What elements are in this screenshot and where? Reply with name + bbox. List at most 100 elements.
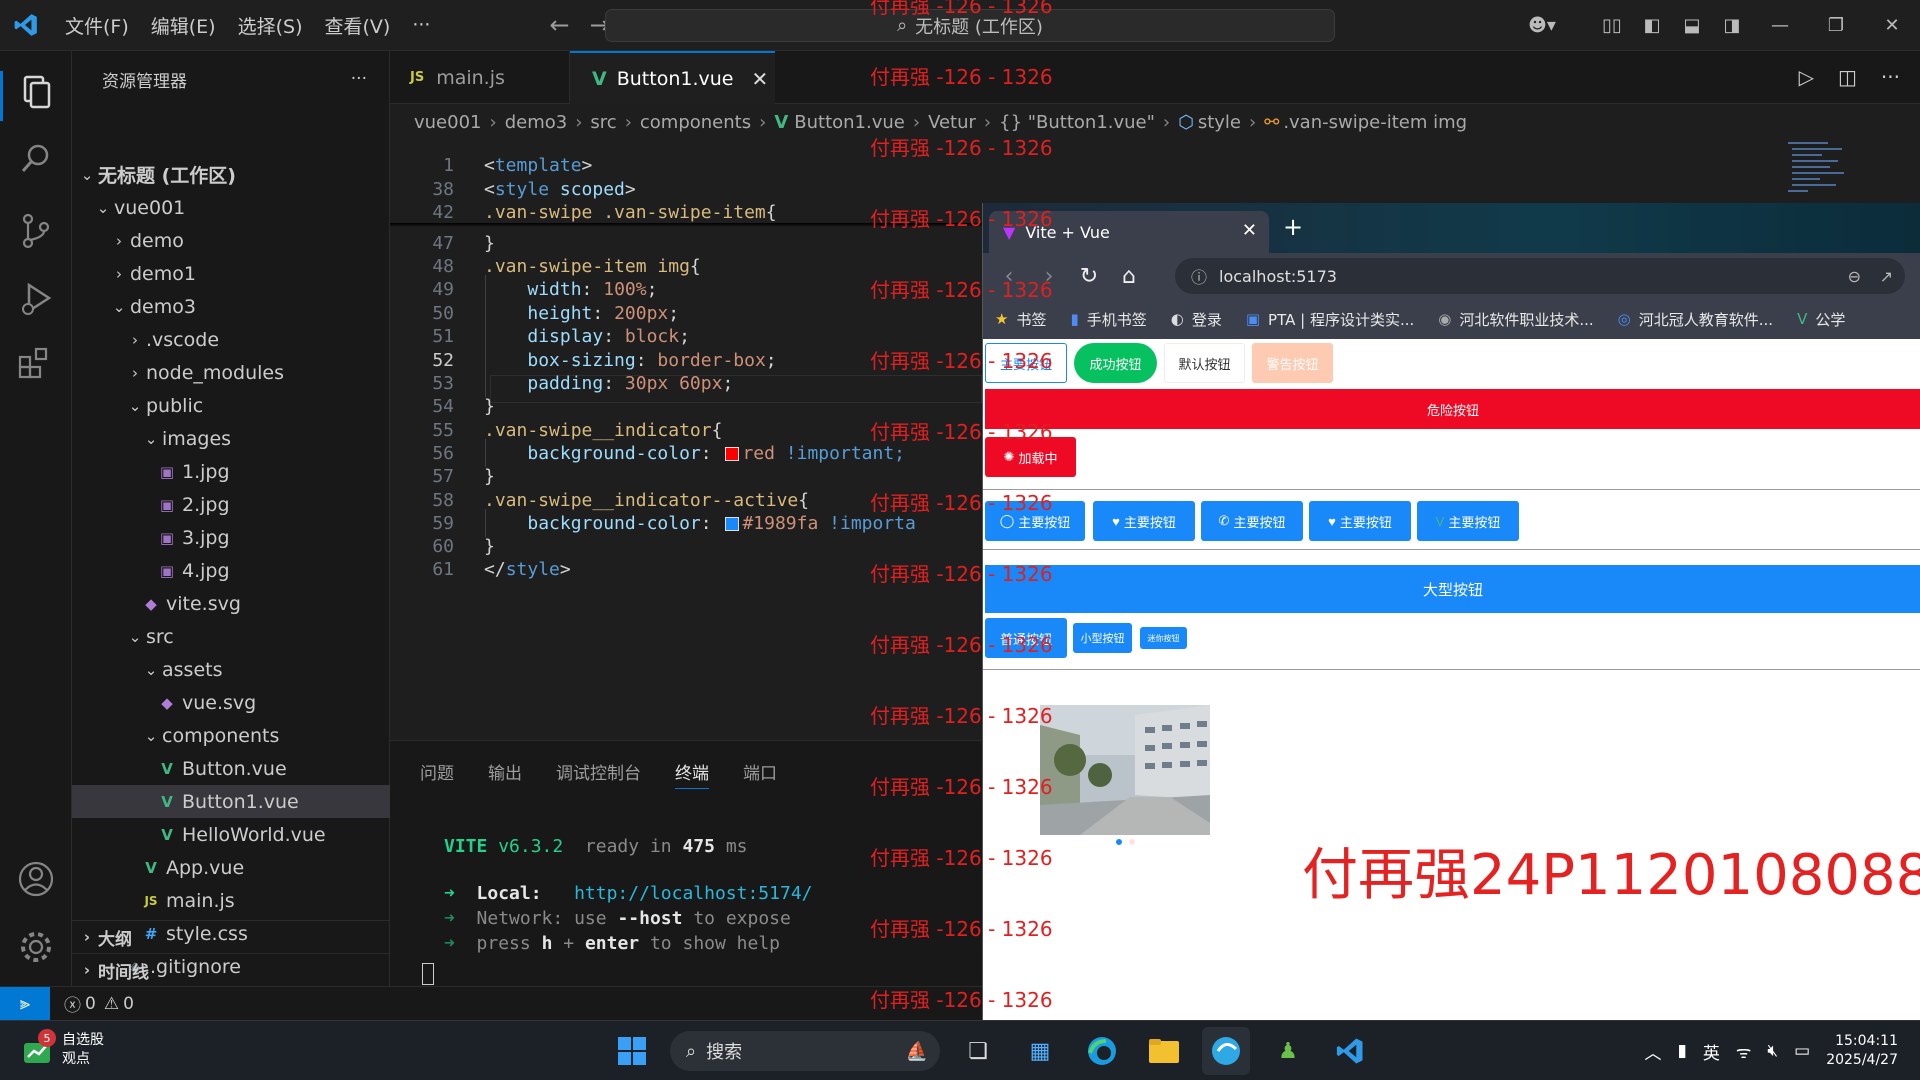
- panel-tab[interactable]: 问题: [420, 759, 454, 789]
- icon-primary-button[interactable]: V 主要按钮: [1417, 501, 1519, 541]
- tree-folder[interactable]: ⌄ vue001: [72, 191, 390, 224]
- tab-button1-vue[interactable]: V Button1.vue ✕: [570, 51, 775, 104]
- widgets-icon[interactable]: ▦: [1016, 1027, 1064, 1075]
- speaker-muted-icon[interactable]: 🔇︎: [1767, 1041, 1778, 1061]
- breadcrumb-item[interactable]: {} "Button1.vue": [999, 112, 1155, 133]
- run-debug-icon[interactable]: [16, 279, 56, 319]
- chevron-up-icon[interactable]: ︿: [1645, 1039, 1662, 1064]
- menu-edit[interactable]: 编辑(E): [142, 6, 225, 45]
- minimize-icon[interactable]: —: [1752, 15, 1808, 36]
- restore-icon[interactable]: ❐: [1808, 15, 1864, 36]
- mini-size-button[interactable]: 迷你按钮: [1140, 627, 1187, 649]
- tree-folder[interactable]: › .vscode: [72, 323, 390, 356]
- toggle-panel-icon[interactable]: ⬓: [1672, 15, 1712, 36]
- error-count[interactable]: 0: [85, 994, 96, 1014]
- tree-file[interactable]: V Button1.vue: [72, 785, 390, 818]
- tree-folder[interactable]: ⌄ assets: [72, 653, 390, 686]
- back-arrow-icon[interactable]: ←: [549, 11, 569, 39]
- edge-browser-icon[interactable]: [1078, 1027, 1126, 1075]
- tree-file[interactable]: ▣ 2.jpg: [72, 488, 390, 521]
- new-tab-icon[interactable]: +: [1283, 213, 1303, 241]
- icon-primary-button[interactable]: ✆ 主要按钮: [1201, 501, 1303, 541]
- extensions-icon[interactable]: [16, 343, 56, 383]
- local-url-link[interactable]: http://localhost:5174/: [574, 883, 812, 904]
- timeline-section[interactable]: › 时间线: [72, 953, 390, 986]
- tree-folder[interactable]: ⌄ 无标题 (工作区): [72, 158, 390, 191]
- source-control-icon[interactable]: [16, 211, 56, 251]
- account-icon[interactable]: [16, 859, 56, 899]
- bookmark-item[interactable]: ◐ 登录: [1159, 309, 1234, 330]
- tree-file[interactable]: ▣ 4.jpg: [72, 554, 390, 587]
- color-swatch[interactable]: [725, 516, 740, 531]
- icon-primary-button[interactable]: ♥ 主要按钮: [1093, 501, 1195, 541]
- toggle-secondary-sidebar-icon[interactable]: ◨: [1712, 15, 1752, 36]
- danger-button[interactable]: 危险按钮: [985, 389, 1920, 429]
- customize-layout-icon[interactable]: ▯▯: [1592, 15, 1632, 36]
- search-icon[interactable]: [16, 139, 56, 179]
- copilot-icon[interactable]: ☻▾: [1522, 15, 1562, 36]
- error-icon[interactable]: ⓧ: [64, 991, 81, 1016]
- menu-more[interactable]: ···: [403, 8, 439, 42]
- swipe-image[interactable]: [1040, 705, 1210, 835]
- panel-tab[interactable]: 终端: [675, 759, 709, 789]
- breadcrumb-item[interactable]: style: [1198, 112, 1241, 133]
- close-icon[interactable]: ✕: [1242, 220, 1257, 241]
- wifi-icon[interactable]: ᯤ: [1736, 1040, 1752, 1063]
- battery-icon[interactable]: ▭: [1794, 1041, 1810, 1061]
- breadcrumb-item[interactable]: src: [590, 112, 616, 133]
- default-button[interactable]: 默认按钮: [1164, 343, 1245, 383]
- tree-file[interactable]: ▣ 1.jpg: [72, 455, 390, 488]
- panel-tab[interactable]: 输出: [488, 759, 522, 789]
- bookmark-item[interactable]: ★ 书签: [983, 309, 1058, 330]
- menu-selection[interactable]: 选择(S): [229, 6, 312, 45]
- tree-folder[interactable]: › demo: [72, 224, 390, 257]
- more-actions-icon[interactable]: ···: [1881, 65, 1900, 89]
- explorer-icon[interactable]: [16, 71, 56, 111]
- tree-file[interactable]: V Button.vue: [72, 752, 390, 785]
- bookmark-item[interactable]: ◎ 河北冠人教育软件...: [1606, 309, 1785, 330]
- color-swatch[interactable]: [725, 446, 740, 461]
- run-icon[interactable]: ▷: [1799, 65, 1814, 89]
- menu-view[interactable]: 查看(V): [316, 6, 400, 45]
- vscode-taskbar-icon[interactable]: [1326, 1027, 1374, 1075]
- swipe-indicator[interactable]: [1129, 839, 1135, 845]
- large-button[interactable]: 大型按钮: [985, 565, 1920, 613]
- close-window-icon[interactable]: ✕: [1864, 15, 1920, 36]
- edge-ai-browser-icon[interactable]: [1202, 1027, 1250, 1075]
- tree-folder[interactable]: ⌄ public: [72, 389, 390, 422]
- tree-folder[interactable]: ⌄ images: [72, 422, 390, 455]
- close-icon[interactable]: ✕: [751, 67, 768, 91]
- clock[interactable]: 15:04:11 2025/4/27: [1826, 1032, 1898, 1070]
- windows-start-icon[interactable]: [608, 1027, 656, 1075]
- file-explorer-icon[interactable]: [1140, 1027, 1188, 1075]
- breadcrumb-item[interactable]: Vetur: [928, 112, 976, 133]
- explorer-more-icon[interactable]: ···: [351, 69, 367, 89]
- breadcrumb-item[interactable]: vue001: [414, 112, 482, 133]
- breadcrumb-item[interactable]: demo3: [505, 112, 568, 133]
- panel-tab[interactable]: 调试控制台: [556, 759, 641, 789]
- tree-folder[interactable]: ⌄ demo3: [72, 290, 390, 323]
- bookmark-item[interactable]: ▮ 手机书签: [1058, 309, 1158, 330]
- bookmark-item[interactable]: ◉ 河北软件职业技术...: [1426, 309, 1605, 330]
- task-view-icon[interactable]: ❏: [954, 1027, 1002, 1075]
- breadcrumb-item[interactable]: .van-swipe-item img: [1283, 112, 1467, 133]
- tree-file[interactable]: V HelloWorld.vue: [72, 818, 390, 851]
- home-icon[interactable]: ⌂: [1109, 264, 1149, 289]
- share-icon[interactable]: ↗: [1880, 267, 1893, 286]
- joystick-app-icon[interactable]: ♟: [1264, 1027, 1312, 1075]
- panel-tab[interactable]: 端口: [743, 759, 777, 789]
- terminal-cursor[interactable]: [422, 963, 434, 985]
- zoom-icon[interactable]: ⊖: [1848, 267, 1861, 286]
- bookmark-tray-icon[interactable]: ▮: [1678, 1041, 1687, 1061]
- success-button[interactable]: 成功按钮: [1074, 343, 1157, 383]
- tree-file[interactable]: JS main.js: [72, 884, 390, 917]
- tree-folder[interactable]: › node_modules: [72, 356, 390, 389]
- split-editor-icon[interactable]: ◫: [1838, 65, 1857, 89]
- outline-section[interactable]: › 大纲: [72, 920, 390, 953]
- tree-file[interactable]: ▣ 3.jpg: [72, 521, 390, 554]
- breadcrumb-item[interactable]: Button1.vue: [794, 112, 905, 133]
- tree-folder[interactable]: ⌄ src: [72, 620, 390, 653]
- tree-file[interactable]: V App.vue: [72, 851, 390, 884]
- warning-icon[interactable]: ⚠: [104, 994, 119, 1014]
- tree-file[interactable]: ◆ vite.svg: [72, 587, 390, 620]
